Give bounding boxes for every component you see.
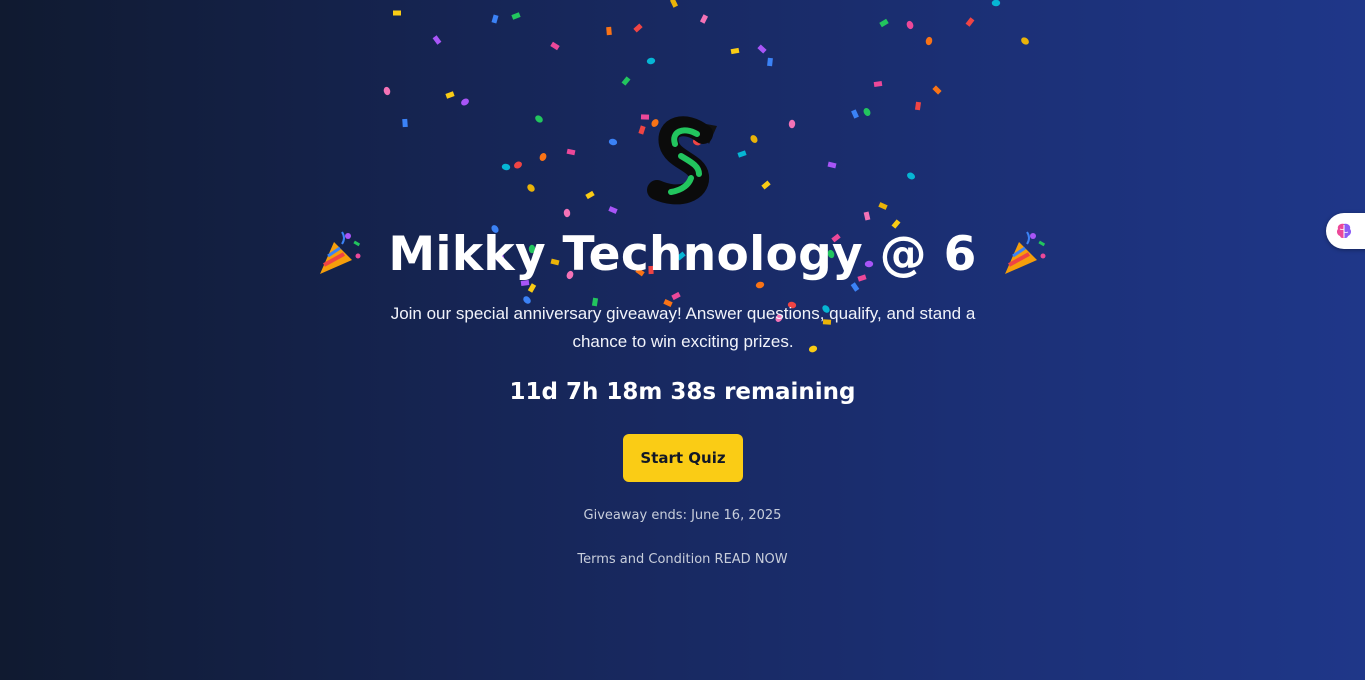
page-title: Mikky Technology @ 6 [388, 226, 977, 282]
terms-section: Terms and Condition READ NOW [0, 552, 1365, 567]
party-popper-icon [320, 231, 361, 274]
countdown-timer: 11d 7h 18m 38s remaining [509, 379, 856, 405]
party-popper-icon [1004, 231, 1046, 274]
logo-icon [647, 116, 717, 205]
side-assistant-widget[interactable] [1326, 213, 1365, 249]
hero-section: Mikky Technology @ 6 Join our special an… [0, 0, 1365, 680]
giveaway-end-date: Giveaway ends: June 16, 2025 [583, 508, 782, 523]
giveaway-description: Join our special anniversary giveaway! A… [390, 304, 976, 351]
title-row: Mikky Technology @ 6 [0, 224, 1365, 284]
brain-icon [1336, 223, 1352, 238]
terms-link[interactable]: Terms and Condition READ NOW [577, 552, 787, 567]
start-quiz-button[interactable]: Start Quiz [623, 434, 743, 482]
